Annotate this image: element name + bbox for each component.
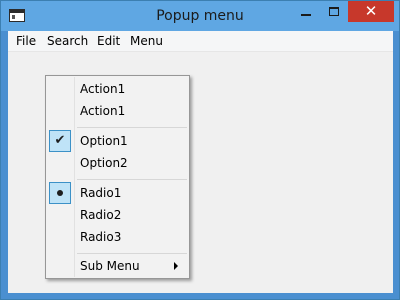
minimize-icon[interactable]: [292, 1, 320, 22]
menu-item-label: Action1: [80, 104, 126, 118]
menu-separator: [77, 253, 187, 254]
checkmark-icon: ✔: [54, 133, 66, 148]
menu-item-label: Radio2: [80, 208, 122, 222]
radio-indicator: [49, 182, 71, 204]
title-bar[interactable]: Popup menu ✕: [1, 1, 399, 31]
menu-item-label: Sub Menu: [80, 259, 140, 273]
menu-search[interactable]: Search: [47, 31, 88, 51]
menu-item-radio3[interactable]: Radio3: [46, 226, 189, 248]
menu-item-label: Radio1: [80, 186, 122, 200]
menu-item-radio1[interactable]: Radio1: [46, 182, 189, 204]
menu-separator: [77, 179, 187, 180]
radio-dot-icon: [57, 190, 63, 196]
popup-menu: Action1 Action1 ✔ Option1 Option2 Radio1…: [45, 75, 190, 279]
menu-item-label: Option1: [80, 134, 128, 148]
menu-item-label: Option2: [80, 156, 128, 170]
menu-item-label: Radio3: [80, 230, 122, 244]
app-window: Popup menu ✕ File Search Edit Menu Actio…: [0, 0, 400, 300]
menu-item-radio2[interactable]: Radio2: [46, 204, 189, 226]
check-indicator: ✔: [49, 130, 71, 152]
maximize-icon[interactable]: [320, 1, 348, 22]
client-area: File Search Edit Menu Action1 Action1 ✔ …: [8, 31, 393, 293]
menu-bar: File Search Edit Menu: [8, 31, 393, 52]
menu-item-label: Action1: [80, 82, 126, 96]
menu-separator: [77, 127, 187, 128]
menu-item-action2[interactable]: Action1: [46, 100, 189, 122]
close-icon[interactable]: ✕: [348, 1, 394, 22]
menu-item-option2[interactable]: Option2: [46, 152, 189, 174]
menu-menu[interactable]: Menu: [130, 31, 163, 51]
submenu-arrow-icon: [174, 262, 178, 270]
menu-file[interactable]: File: [16, 31, 36, 51]
menu-item-option1[interactable]: ✔ Option1: [46, 130, 189, 152]
menu-item-action1[interactable]: Action1: [46, 78, 189, 100]
menu-edit[interactable]: Edit: [97, 31, 120, 51]
menu-item-submenu[interactable]: Sub Menu: [46, 255, 189, 277]
